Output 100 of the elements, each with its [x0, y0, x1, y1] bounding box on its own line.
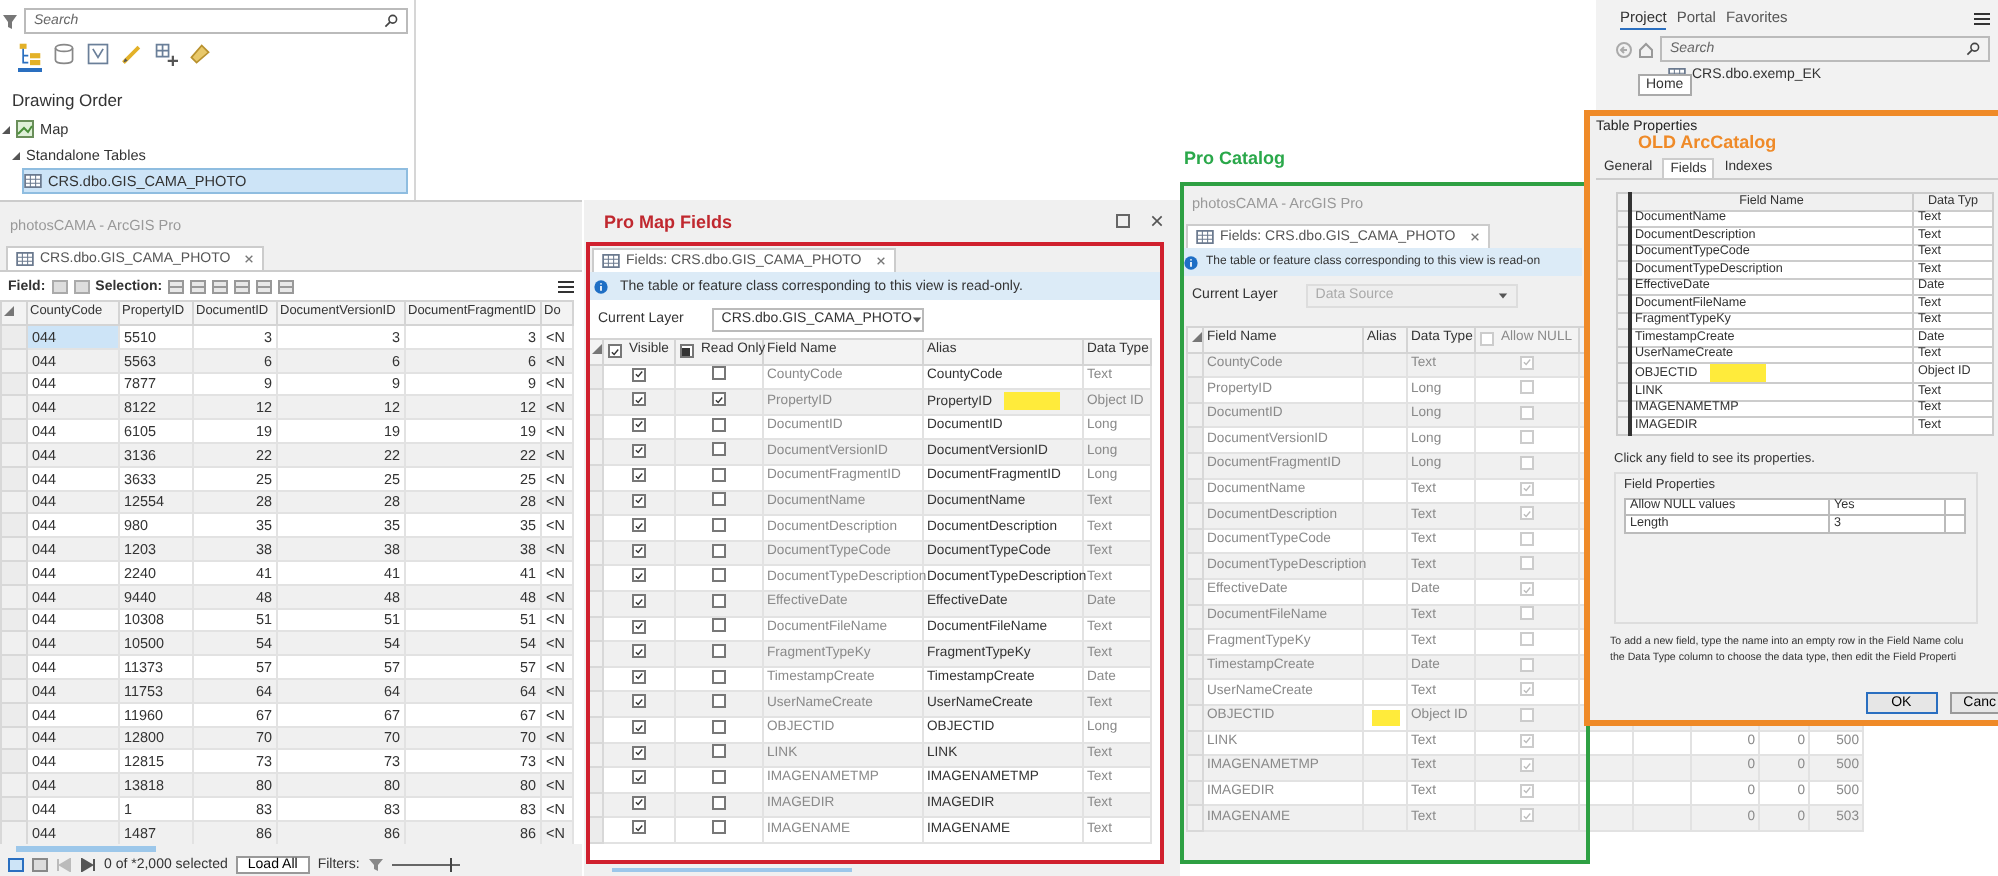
checkbox[interactable]: [712, 366, 726, 381]
checkbox[interactable]: [632, 619, 646, 634]
home-icon[interactable]: [1638, 41, 1654, 57]
checkbox[interactable]: [1520, 455, 1534, 470]
checkbox[interactable]: [1520, 606, 1534, 621]
checkbox[interactable]: [712, 467, 726, 482]
search-icon[interactable]: [1966, 42, 1980, 56]
close-icon[interactable]: [1469, 232, 1480, 242]
filter-icon[interactable]: [367, 858, 384, 872]
checkbox[interactable]: [712, 719, 726, 734]
row-selector[interactable]: [587, 540, 603, 566]
checkbox[interactable]: [1520, 682, 1534, 697]
checkbox[interactable]: [632, 694, 646, 709]
table-icon: [16, 252, 34, 266]
info-icon: [594, 279, 608, 293]
selection-icon[interactable]: [168, 279, 185, 293]
checkbox[interactable]: [712, 568, 726, 583]
selection-icon[interactable]: [190, 279, 207, 293]
checkbox[interactable]: [1520, 783, 1534, 798]
row-selector[interactable]: [587, 439, 603, 465]
checkbox[interactable]: [712, 769, 726, 784]
checkbox[interactable]: [1520, 380, 1534, 395]
checkbox[interactable]: [632, 493, 646, 508]
checkbox[interactable]: [712, 543, 726, 558]
section-heading: Drawing Order: [12, 90, 125, 110]
checkbox[interactable]: [632, 669, 646, 684]
header-checkbox[interactable]: [679, 344, 693, 359]
checkbox[interactable]: [1520, 430, 1534, 445]
checkbox[interactable]: [632, 568, 646, 583]
checkbox[interactable]: [632, 543, 646, 558]
checkbox[interactable]: [1520, 582, 1534, 597]
selection-icon[interactable]: [212, 279, 229, 293]
checkbox[interactable]: [632, 795, 646, 810]
checkbox[interactable]: [1520, 531, 1534, 546]
checkbox[interactable]: [712, 795, 726, 810]
checkbox[interactable]: [632, 518, 646, 533]
dropdown-arrow-icon[interactable]: [911, 315, 922, 323]
checkbox[interactable]: [632, 594, 646, 609]
checkbox[interactable]: [712, 820, 726, 835]
row-selector[interactable]: [587, 490, 603, 516]
checkbox[interactable]: [712, 442, 726, 457]
frame-icon: [86, 42, 110, 66]
checkbox[interactable]: [632, 392, 646, 407]
checkbox[interactable]: [712, 618, 726, 633]
checkbox[interactable]: [712, 644, 726, 659]
checkbox[interactable]: [1520, 707, 1534, 722]
close-icon[interactable]: [875, 256, 886, 266]
checkbox[interactable]: [1520, 808, 1534, 823]
checkbox[interactable]: [712, 593, 726, 608]
checkbox[interactable]: [632, 417, 646, 432]
checkbox[interactable]: [632, 644, 646, 659]
menu-icon[interactable]: [1974, 12, 1990, 26]
row-selector[interactable]: [587, 389, 603, 415]
row-selector[interactable]: [587, 742, 603, 768]
checkbox[interactable]: [632, 820, 646, 835]
expand-arrow-icon[interactable]: [12, 151, 20, 159]
expand-arrow-icon[interactable]: [2, 125, 10, 133]
checkbox[interactable]: [632, 443, 646, 458]
checkbox[interactable]: [1520, 632, 1534, 647]
next-icon[interactable]: [80, 858, 96, 872]
filter-icon[interactable]: [2, 13, 18, 29]
header-checkbox[interactable]: [1479, 332, 1493, 347]
row-selector[interactable]: [587, 641, 603, 667]
menu-icon[interactable]: [558, 279, 574, 293]
selection-icon[interactable]: [234, 279, 251, 293]
checkbox[interactable]: [1520, 657, 1534, 672]
view-tab[interactable]: [154, 42, 178, 72]
header-checkbox[interactable]: [607, 344, 621, 359]
checkbox[interactable]: [1520, 355, 1534, 370]
selection-icon[interactable]: [256, 279, 273, 293]
close-icon[interactable]: [244, 254, 255, 264]
checkbox[interactable]: [1520, 758, 1534, 773]
checkbox[interactable]: [712, 694, 726, 709]
checkbox[interactable]: [632, 468, 646, 483]
fields-icon: [1196, 230, 1214, 244]
checkbox[interactable]: [1520, 405, 1534, 420]
checkbox[interactable]: [712, 492, 726, 507]
info-icon: [1184, 255, 1198, 269]
checkbox[interactable]: [1520, 481, 1534, 496]
row-selector[interactable]: [587, 590, 603, 617]
checkbox[interactable]: [632, 720, 646, 735]
checkbox[interactable]: [1520, 556, 1534, 571]
selection-icon[interactable]: [278, 279, 295, 293]
checkbox[interactable]: [632, 770, 646, 785]
checkbox[interactable]: [712, 518, 726, 533]
grid-plus-icon: [154, 42, 178, 66]
checkbox[interactable]: [712, 392, 726, 407]
checkbox[interactable]: [712, 417, 726, 432]
checkbox[interactable]: [632, 745, 646, 760]
view-tab[interactable]: [18, 42, 42, 72]
checkbox[interactable]: [632, 367, 646, 382]
row-selector[interactable]: [587, 691, 603, 717]
checkbox[interactable]: [712, 669, 726, 684]
checkbox[interactable]: [1520, 506, 1534, 521]
row-selector[interactable]: [587, 792, 603, 818]
checkbox[interactable]: [1520, 733, 1534, 748]
checkbox[interactable]: [712, 744, 726, 759]
maximize-icon[interactable]: [1116, 214, 1130, 228]
close-icon[interactable]: [1150, 214, 1164, 228]
search-icon[interactable]: [384, 14, 398, 28]
